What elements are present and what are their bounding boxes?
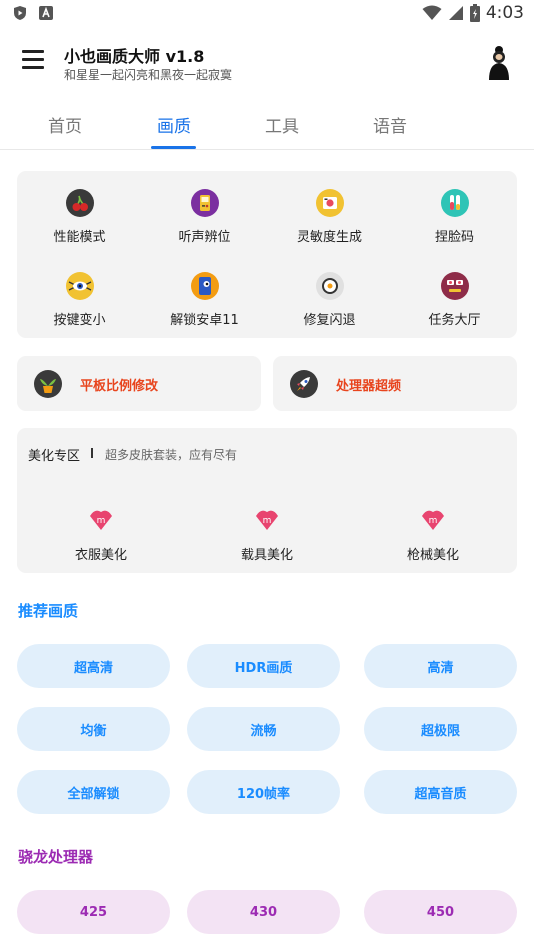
test-tubes-icon [440, 189, 469, 217]
processor-option-button[interactable]: 430 [187, 890, 340, 934]
cherry-icon [65, 189, 94, 217]
battery-icon [469, 4, 480, 22]
beauty-item-label: 枪械美化 [406, 548, 459, 563]
grid-item-sensitivity[interactable]: 灵敏度生成 [267, 189, 392, 245]
divider [91, 448, 93, 458]
grid-item-label: 性能模式 [53, 230, 106, 245]
grid-item-face-code[interactable]: 捏脸码 [392, 189, 517, 245]
quality-option-button[interactable]: 超极限 [364, 707, 517, 751]
grid-item-label: 听声辨位 [178, 230, 231, 245]
plant-pot-icon [34, 370, 62, 398]
signal-icon [448, 6, 463, 20]
app-title: 小也画质大师 v1.8 [64, 47, 205, 66]
robot-face-icon [440, 272, 469, 300]
grid-item-fix-crash[interactable]: 修复闪退 [267, 272, 392, 328]
grid-item-task-hall[interactable]: 任务大厅 [392, 272, 517, 328]
quality-option-button[interactable]: 120帧率 [187, 770, 340, 814]
app-bar: 小也画质大师 v1.8 和星星一起闪亮和黑夜一起寂寞 [0, 30, 534, 98]
feature-grid: 性能模式 听声辨位 灵敏度生成 捏脸码 按键变小 解锁安卓11 修复闪退 任务大… [17, 171, 517, 338]
svg-text:m: m [263, 516, 272, 526]
processor-option-button[interactable]: 450 [364, 890, 517, 934]
android-phone-icon [190, 272, 219, 300]
status-time: 4:03 [485, 3, 524, 23]
quality-option-button[interactable]: 流畅 [187, 707, 340, 751]
beauty-item-label: 载具美化 [240, 548, 293, 563]
menu-button[interactable] [22, 50, 44, 70]
grid-item-label: 捏脸码 [434, 230, 474, 245]
beauty-zone-subtitle: 超多皮肤套装，应有尽有 [105, 448, 238, 462]
beauty-item-vehicle[interactable]: m 载具美化 [207, 504, 327, 563]
quality-option-button[interactable]: 均衡 [17, 707, 170, 751]
quality-option-button[interactable]: 超高音质 [364, 770, 517, 814]
tab-indicator [151, 146, 196, 149]
avatar[interactable] [484, 42, 514, 82]
beauty-item-weapon[interactable]: m 枪械美化 [373, 504, 493, 563]
shield-play-icon [14, 6, 26, 20]
beauty-item-label: 衣服美化 [74, 548, 127, 563]
beauty-zone-title: 美化专区 [28, 449, 81, 464]
quality-option-button[interactable]: 全部解锁 [17, 770, 170, 814]
svg-text:m: m [429, 516, 438, 526]
quality-option-button[interactable]: 高清 [364, 644, 517, 688]
quality-option-button[interactable]: 超高清 [17, 644, 170, 688]
m-logo-icon: m [90, 510, 112, 530]
camera-icon [315, 189, 344, 217]
cpu-overclock-card[interactable]: 处理器超频 [273, 356, 517, 411]
tab-home[interactable]: 首页 [25, 112, 105, 137]
quality-option-button[interactable]: HDR画质 [187, 644, 340, 688]
sushi-icon [315, 272, 344, 300]
cpu-overclock-label: 处理器超频 [336, 379, 402, 394]
processor-option-button[interactable]: 425 [17, 890, 170, 934]
grid-item-label: 任务大厅 [428, 313, 481, 328]
grid-item-label: 解锁安卓11 [170, 313, 239, 328]
grid-item-sound-locate[interactable]: 听声辨位 [142, 189, 267, 245]
app-subtitle: 和星星一起闪亮和黑夜一起寂寞 [64, 68, 233, 82]
tab-tools[interactable]: 工具 [242, 112, 322, 137]
grid-item-label: 修复闪退 [303, 313, 356, 328]
beauty-zone-card: 美化专区 超多皮肤套装，应有尽有 m 衣服美化 m 载具美化 m 枪械美化 [17, 428, 517, 573]
beauty-item-clothes[interactable]: m 衣服美化 [41, 504, 161, 563]
tab-bar: 首页 画质 工具 语音 [0, 98, 534, 150]
m-logo-icon: m [422, 510, 444, 530]
tab-quality[interactable]: 画质 [134, 112, 214, 137]
grid-item-unlock-android[interactable]: 解锁安卓11 [142, 272, 267, 328]
font-a-icon [39, 6, 53, 20]
grid-item-small-keys[interactable]: 按键变小 [17, 272, 142, 328]
status-bar: 4:03 [0, 0, 534, 30]
wifi-icon [422, 5, 442, 20]
m-logo-icon: m [256, 510, 278, 530]
snapdragon-section-title: 骁龙处理器 [18, 848, 94, 866]
tab-voice[interactable]: 语音 [350, 112, 430, 137]
gameboy-icon [190, 189, 219, 217]
tablet-ratio-label: 平板比例修改 [80, 379, 159, 394]
tablet-ratio-card[interactable]: 平板比例修改 [17, 356, 261, 411]
svg-text:m: m [97, 516, 106, 526]
rocket-icon [290, 370, 318, 398]
grid-item-performance-mode[interactable]: 性能模式 [17, 189, 142, 245]
recommended-section-title: 推荐画质 [18, 602, 79, 620]
eye-spider-icon [65, 272, 94, 300]
grid-item-label: 灵敏度生成 [296, 230, 362, 245]
grid-item-label: 按键变小 [53, 313, 106, 328]
status-notifications [12, 5, 54, 21]
